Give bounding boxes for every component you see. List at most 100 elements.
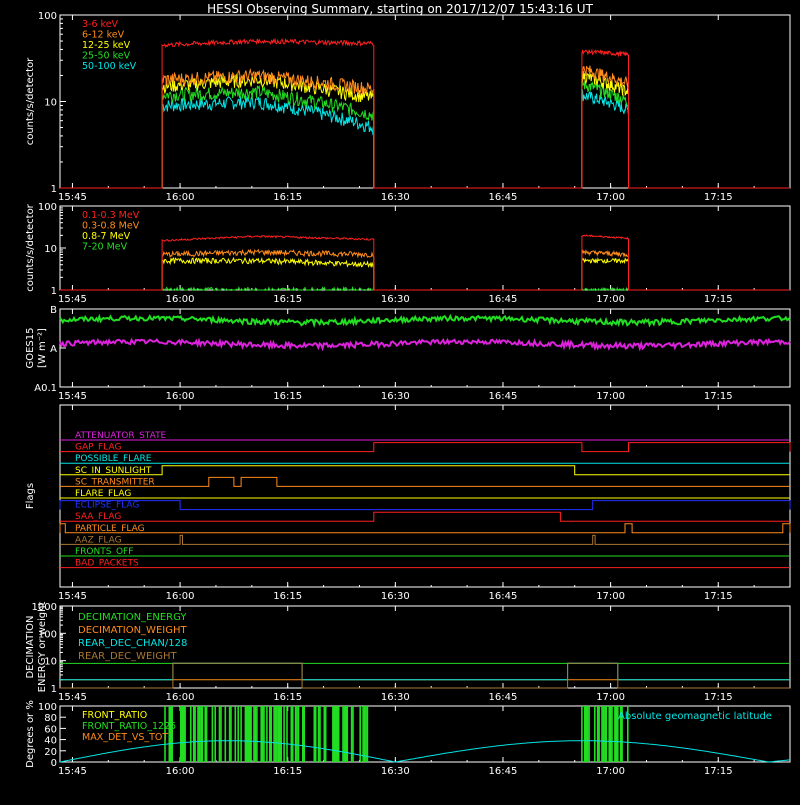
x-tick-label: 16:00 [166,192,195,203]
x-tick-label: 15:45 [58,692,87,703]
y-axis-label-secondary: ENERGY or weight [37,602,48,693]
y-axis-label: counts/s/detector [25,57,36,145]
decimation-panel: 15:45 16:00 16:15 16:30 16:45 17:00 17:1511010… [25,602,791,703]
y-tick-label: 10 [44,98,57,109]
x-tick-label: 16:15 [273,591,302,602]
legend-entry: DECIMATION_WEIGHT [78,625,187,636]
flag-line-sc-in-sunlight [60,465,790,476]
x-tick-label: 17:15 [704,192,733,203]
flag-line-eclipse-flag [59,500,791,511]
rear-dec-line [60,662,790,681]
y-tick-label: 100 [38,11,57,22]
x-tick-label: 16:30 [381,294,410,305]
x-tick-label: 17:00 [596,192,625,203]
x-tick-label: 17:15 [704,591,733,602]
panel-frame [59,308,791,388]
goes-short-line [59,337,791,352]
legend-entry: REAR_DEC_CHAN/128 [78,638,187,649]
y-tick-label: 20 [44,747,57,758]
legend-entry: MAX_DET_VS_TOT [82,732,168,743]
legend-entry: 6-12 keV [82,30,125,41]
flag-line-saa-flag [60,511,790,522]
x-tick-label: 16:45 [489,391,518,402]
legend-entry: FRONT_RATIO_1225 [82,721,176,732]
flag-line-aaz-flag [60,534,790,545]
series-line-6-12-kev [60,65,790,189]
y-tick-label: 60 [44,724,57,735]
legend-entry: 12-25 keV [82,40,131,51]
x-tick-label: 16:15 [273,294,302,305]
x-tick-label: 17:00 [596,766,625,777]
y-tick-label: 1 [51,184,57,195]
panel-frame [59,404,791,588]
legend-entry: DECIMATION_ENERGY [78,612,187,623]
x-tick-label: 17:15 [704,294,733,305]
x-tick-label: 16:00 [166,591,195,602]
series-line-25-50-kev [60,78,790,189]
lo-energy-panel: 15:45 16:00 16:15 16:30 16:45 17:00 17:15 1 10 10… [25,11,791,203]
ratios-panel: 15:45 16:00 16:15 16:30 16:45 17:00 17:15 02040… [25,700,791,777]
x-tick-label: 16:30 [381,192,410,203]
x-tick-label: 15:45 [58,391,87,402]
legend-entry: 0.3-0.8 MeV [82,221,140,232]
flags-panel: 15:45 16:00 16:15 16:30 16:45 17:00 17:15 Flags… [25,404,791,602]
x-tick-label: 17:15 [704,391,733,402]
x-tick-label: 16:00 [166,294,195,305]
panel-frame [59,14,791,189]
series-line-0-8-7-mev [60,256,790,291]
legend-entry: Absolute geomagnetic latitude [618,711,772,722]
goes-long-line [59,313,791,329]
flag-line-sc-transmitter [60,476,790,487]
observing-summary-figure: HESSI Observing Summary, starting on 201… [0,0,800,800]
y-tick-label: 100 [38,202,57,213]
x-tick-label: 16:30 [381,766,410,777]
legend-entry: 25-50 keV [82,51,131,62]
y-axis-label-secondary: [W m⁻²] [37,328,48,368]
x-tick-label: 17:00 [596,294,625,305]
y-axis-label: Flags [25,483,36,509]
summary-svg: HESSI Observing Summary, starting on 201… [25,2,791,777]
figure-title: HESSI Observing Summary, starting on 201… [207,2,593,16]
x-tick-label: 17:15 [704,692,733,703]
y-tick-label: B [50,305,57,316]
series-line-0-3-0-8-mev [60,248,790,291]
y-tick-label: 1 [51,684,57,695]
x-tick-label: 17:00 [596,692,625,703]
y-tick-label: 80 [44,713,57,724]
x-tick-label: 16:45 [489,294,518,305]
x-tick-label: 15:45 [58,294,87,305]
x-tick-label: 17:00 [596,391,625,402]
series-line-3-6-kev [60,37,790,189]
x-tick-label: 16:00 [166,692,195,703]
legend-entry: 7-20 MeV [82,242,128,253]
x-tick-label: 16:15 [273,391,302,402]
y-axis-label: Degrees or % [25,700,36,768]
goes-panel: 15:45 16:00 16:15 16:30 16:45 17:00 17:15 A0.1 A… [25,305,791,402]
legend-entry: 0.8-7 MeV [82,231,131,242]
y-tick-label: 10 [44,244,57,255]
y-tick-label: 1 [51,286,57,297]
panel-frame [59,205,791,291]
x-tick-label: 16:30 [381,591,410,602]
x-tick-label: 16:30 [381,692,410,703]
x-tick-label: 16:30 [381,391,410,402]
x-tick-label: 16:45 [489,591,518,602]
x-tick-label: 16:15 [273,766,302,777]
series-line-50-100-kev [60,89,790,189]
flag-label: ECLIPSE_FLAG [75,501,139,511]
x-tick-label: 15:45 [58,192,87,203]
x-tick-label: 16:15 [273,192,302,203]
flag-line-gap-flag [60,442,791,453]
x-tick-label: 16:45 [489,192,518,203]
x-tick-label: 16:00 [166,766,195,777]
x-tick-label: 15:45 [58,591,87,602]
legend-entry: 0.1-0.3 MeV [82,210,140,221]
x-tick-label: 16:15 [273,692,302,703]
x-tick-label: 16:45 [489,766,518,777]
x-tick-label: 16:45 [489,692,518,703]
x-tick-label: 17:15 [704,766,733,777]
y-tick-label: 0 [51,758,57,769]
x-tick-label: 15:45 [58,766,87,777]
x-tick-label: 17:00 [596,591,625,602]
flag-line-particle-flag [59,523,791,534]
